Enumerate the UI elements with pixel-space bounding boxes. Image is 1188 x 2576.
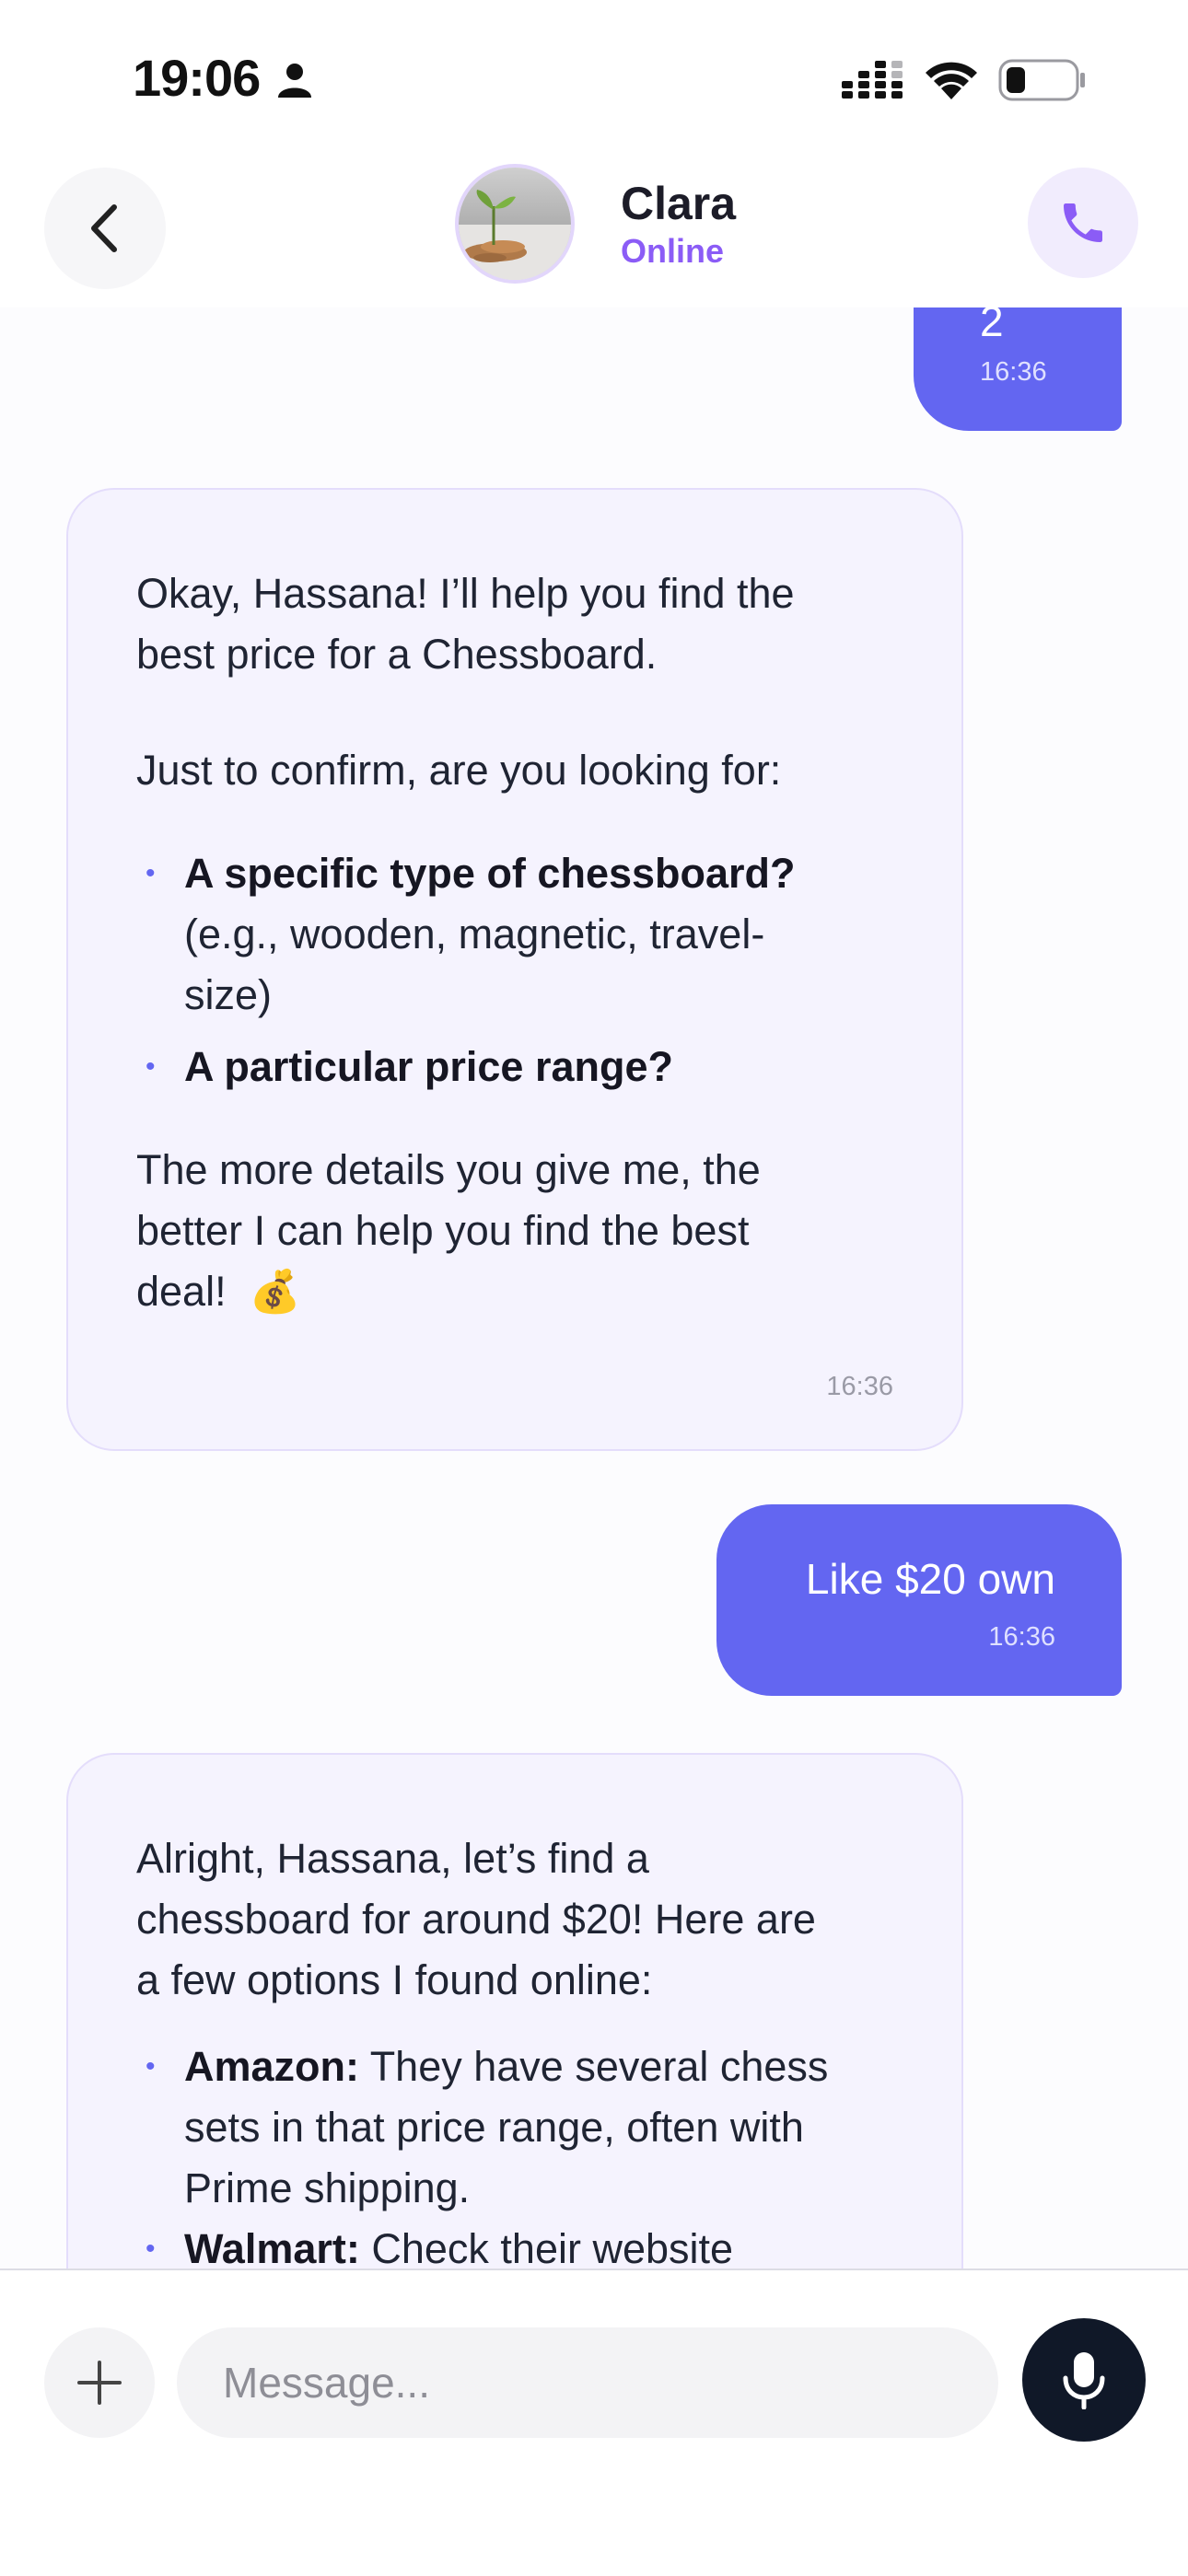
assistant-message-bubble[interactable]: Alright, Hassana, let’s find a chessboar…	[66, 1753, 963, 2269]
message-intro: Alright, Hassana, let’s find a chessboar…	[136, 1828, 928, 2011]
microphone-button[interactable]	[1022, 2318, 1146, 2442]
cellular-signal-icon	[842, 61, 903, 99]
back-button[interactable]	[44, 168, 166, 289]
list-item-bold: Walmart:	[184, 2225, 360, 2269]
message-intro: Okay, Hassana! I’ll help you find the be…	[136, 570, 795, 678]
list-item: • A specific type of chessboard? (e.g., …	[136, 843, 910, 1026]
list-item-text: Prime shipping.	[184, 2164, 471, 2211]
list-item-bold: Amazon:	[184, 2043, 359, 2090]
options-list: • A specific type of chessboard? (e.g., …	[136, 843, 910, 1097]
list-item: • A particular price range?	[136, 1037, 910, 1097]
message-line: Alright, Hassana, let’s find a	[136, 1835, 649, 1882]
money-bag-emoji: 💰	[249, 1268, 301, 1315]
list-item-text: sets in that price range, often with	[184, 2104, 804, 2151]
status-bar: 19:06	[0, 0, 1188, 147]
list-item-text: size)	[184, 971, 273, 1018]
list-item-text: (e.g., wooden, magnetic, travel-	[184, 911, 765, 957]
plus-icon	[77, 2361, 122, 2405]
message-line: a few options I found online:	[136, 1956, 653, 2003]
user-message-bubble[interactable]: 2 16:36	[914, 307, 1122, 431]
phone-icon	[1064, 203, 1102, 242]
microphone-icon	[1063, 2352, 1105, 2409]
contact-name: Clara	[621, 178, 737, 229]
list-item-bold: A particular price range?	[184, 1043, 673, 1090]
list-item: • Walmart: Check their website	[136, 2219, 928, 2269]
message-timestamp: 16:36	[826, 1372, 893, 1401]
message-outro: The more details you give me, the better…	[136, 1140, 910, 1322]
contact-status: Online	[621, 232, 725, 270]
user-message-bubble[interactable]: Like $20 own 16:36	[716, 1504, 1122, 1696]
message-line: The more details you give me, the	[136, 1146, 761, 1193]
chevron-left-icon	[91, 204, 117, 252]
call-button[interactable]	[1028, 168, 1138, 278]
list-item-text: Check their website	[359, 2225, 734, 2269]
message-input[interactable]	[177, 2327, 998, 2438]
bullet-dot: •	[146, 858, 156, 888]
avatar[interactable]	[455, 164, 575, 284]
bullet-dot: •	[146, 2051, 156, 2082]
battery-icon	[998, 59, 1085, 101]
chat-header: Clara Online	[0, 147, 1188, 309]
person-icon	[278, 64, 311, 98]
status-time: 19:06	[133, 49, 261, 107]
bullet-dot: •	[146, 2234, 156, 2264]
list-item-bold: A specific type of chessboard?	[184, 850, 796, 897]
wifi-icon	[926, 62, 977, 99]
message-line: better I can help you find the best	[136, 1207, 750, 1254]
chat-messages[interactable]: 2 16:36 Okay, Hassana! I’ll help you fin…	[0, 307, 1188, 2269]
attach-button[interactable]	[44, 2327, 155, 2438]
message-question: Just to confirm, are you looking for:	[136, 747, 782, 794]
message-composer	[0, 2269, 1188, 2576]
bullet-dot: •	[146, 1051, 156, 1082]
message-line: deal!	[136, 1268, 227, 1315]
list-item-text: They have several chess	[359, 2043, 829, 2090]
message-timestamp: 16:36	[980, 357, 1047, 387]
message-timestamp: 16:36	[988, 1622, 1055, 1652]
message-text: 2	[980, 307, 1004, 345]
options-list: • Amazon: They have several chess sets i…	[136, 2036, 928, 2269]
assistant-message-bubble[interactable]: Okay, Hassana! I’ll help you find the be…	[66, 488, 963, 1451]
plant-coins-avatar-image	[459, 168, 571, 280]
list-item: • Amazon: They have several chess sets i…	[136, 2036, 928, 2219]
message-text: Like $20 own	[805, 1555, 1055, 1603]
message-line: chessboard for around $20! Here are	[136, 1896, 816, 1943]
